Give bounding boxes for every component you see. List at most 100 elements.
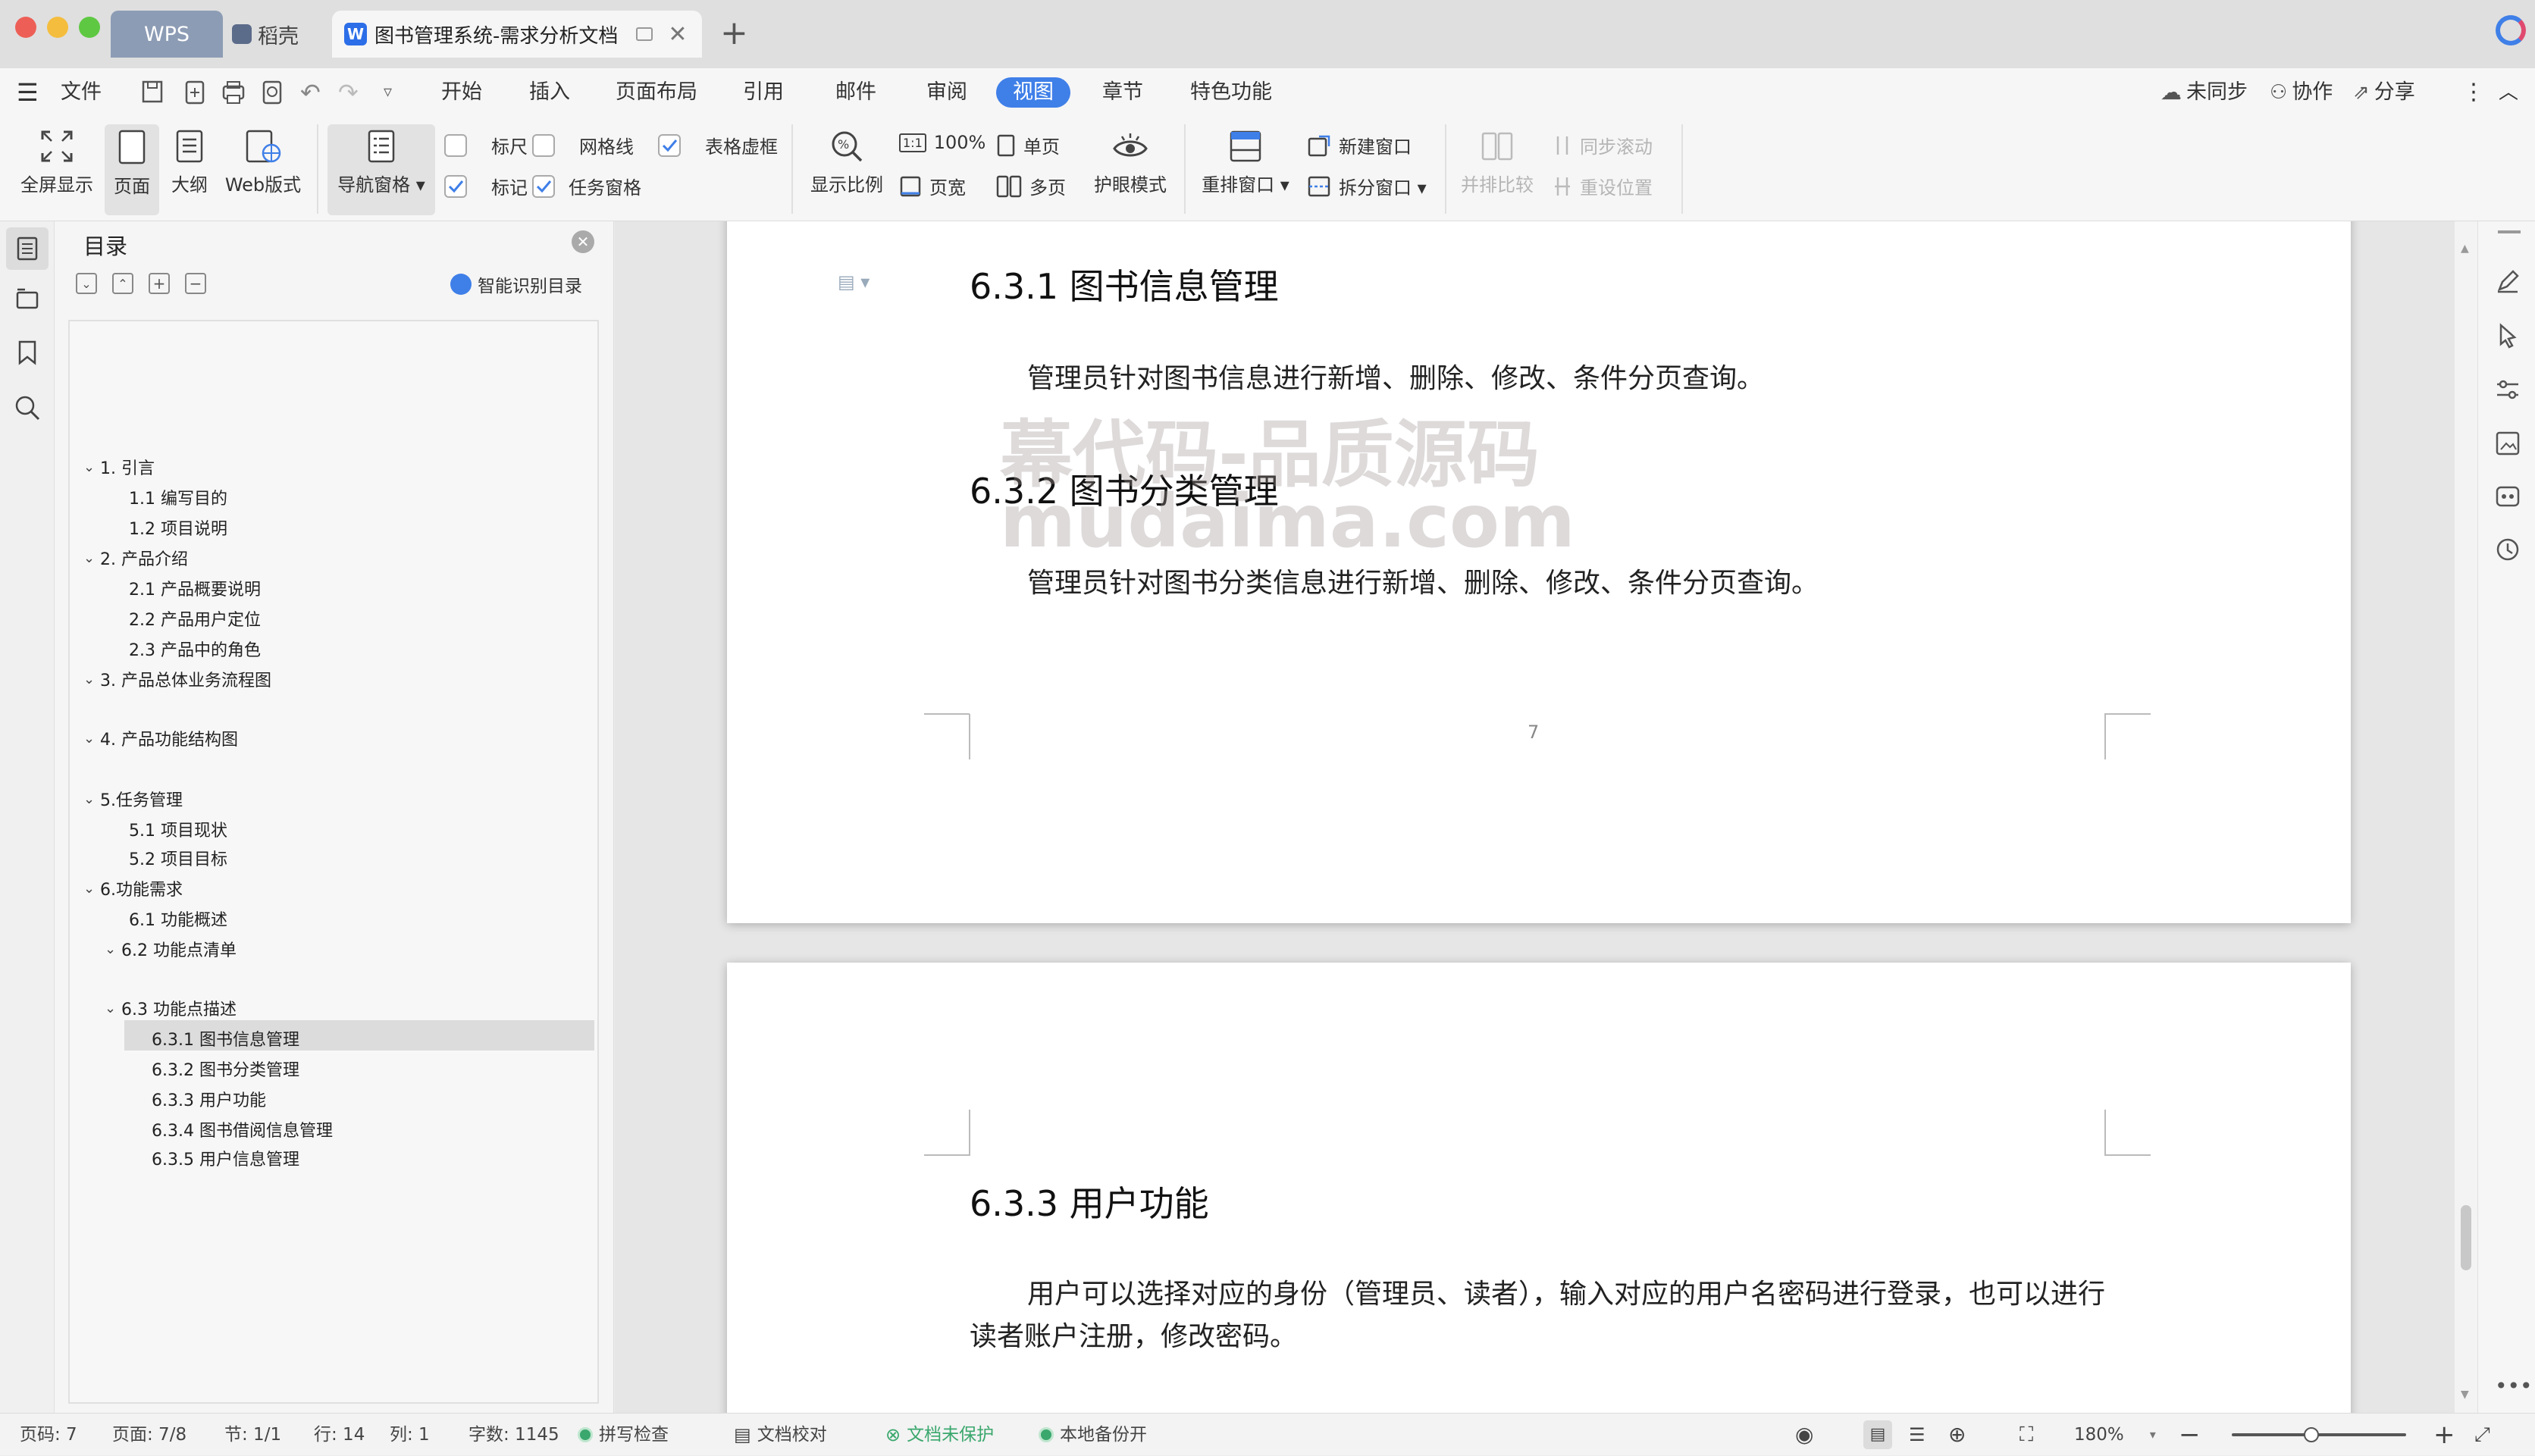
single-page-button[interactable]: 单页	[996, 132, 1060, 158]
side-by-side-button[interactable]: 并排比较	[1456, 129, 1539, 196]
undo-icon[interactable]: ↶	[300, 68, 321, 117]
toc-add-icon[interactable]: +	[149, 273, 170, 294]
toc-item[interactable]: 2.3 产品中的角色	[129, 637, 261, 661]
print-icon[interactable]	[221, 68, 246, 117]
mark-check[interactable]	[444, 174, 467, 198]
more-options-icon[interactable]: ⋮	[2462, 68, 2485, 117]
outline-view-button[interactable]: 大纲	[167, 129, 212, 196]
eye-mode-button[interactable]: 护眼模式	[1089, 129, 1172, 196]
more-tools-icon[interactable]: •••	[2495, 1373, 2533, 1398]
select-cursor-icon[interactable]	[2496, 323, 2519, 349]
toc-item[interactable]: 6.1 功能概述	[129, 906, 227, 931]
history-icon[interactable]	[2495, 537, 2521, 562]
toc-item[interactable]: ⌄ 3. 产品总体业务流程图	[83, 667, 271, 691]
toc-panel-icon[interactable]	[6, 227, 49, 270]
doc-protect-button[interactable]: ⊗ 文档未保护	[885, 1414, 994, 1456]
eye-mode-status-icon[interactable]: ◉	[1795, 1414, 1813, 1456]
toc-item[interactable]: 6.3.2 图书分类管理	[152, 1057, 299, 1081]
image-tool-icon[interactable]	[2495, 431, 2521, 456]
nav-pane-button[interactable]: 导航窗格 ▾	[327, 124, 435, 215]
toc-item[interactable]: ⌄ 2. 产品介绍	[83, 546, 188, 570]
toc-item[interactable]: ⌄ 1. 引言	[83, 455, 155, 479]
rearrange-window-button[interactable]: 重排窗口 ▾	[1196, 129, 1295, 196]
web-view-button[interactable]: Web版式	[221, 129, 305, 196]
collab-button[interactable]: ⚇ 协作	[2270, 68, 2333, 117]
pin-icon[interactable]	[636, 27, 653, 41]
fullscreen-button[interactable]: 全屏显示	[15, 129, 99, 196]
toc-item[interactable]: ⌄ 5.任务管理	[83, 787, 183, 811]
toc-collapse-all-icon[interactable]: ⌃	[112, 273, 133, 294]
new-tab-button[interactable]: +	[720, 14, 748, 52]
collapse-ribbon-icon[interactable]: ︿	[2499, 68, 2518, 117]
menu-chapter[interactable]: 章节	[1102, 68, 1143, 117]
toc-item-active[interactable]: 6.3.1 图书信息管理	[152, 1026, 299, 1051]
menu-insert[interactable]: 插入	[529, 68, 570, 117]
page-width-button[interactable]: 页宽	[899, 173, 966, 199]
scroll-thumb[interactable]	[2461, 1205, 2471, 1270]
task-pane-checkbox[interactable]: 任务窗格	[532, 173, 641, 199]
collapse-panel-icon[interactable]	[2498, 230, 2521, 233]
fit-page-icon[interactable]: ⛶	[2020, 1414, 2033, 1456]
print-preview-icon[interactable]	[261, 68, 284, 117]
new-window-button[interactable]: 新建窗口	[1307, 132, 1412, 158]
fullscreen-status-icon[interactable]: ⤢	[2474, 1414, 2490, 1456]
toc-item[interactable]: 1.1 编写目的	[129, 485, 227, 509]
scroll-down-icon[interactable]: ▼	[2461, 1389, 2469, 1401]
quick-access-dropdown-icon[interactable]: ▿	[384, 68, 392, 117]
page-8[interactable]: 6.3.3 用户功能 用户可以选择对应的身份（管理员、读者），输入对应的用户名密…	[727, 963, 2351, 1413]
ruler-checkbox[interactable]: 标尺	[444, 132, 528, 158]
window-close-button[interactable]	[15, 17, 36, 38]
status-words[interactable]: 字数: 1145	[468, 1414, 559, 1456]
toc-item[interactable]: 5.1 项目现状	[129, 817, 227, 841]
backup-button[interactable]: 本地备份开	[1039, 1414, 1147, 1456]
menu-view[interactable]: 视图	[996, 77, 1070, 108]
menu-mail[interactable]: 邮件	[835, 68, 876, 117]
zoom-out-button[interactable]: −	[2179, 1414, 2201, 1456]
ai-tool-icon[interactable]	[2495, 484, 2521, 509]
tab-document[interactable]: W 图书管理系统-需求分析文档 ✕	[332, 11, 702, 58]
redo-icon[interactable]: ↷	[338, 68, 359, 117]
window-zoom-button[interactable]	[79, 17, 100, 38]
account-avatar[interactable]	[2496, 15, 2526, 45]
tab-wps[interactable]: WPS	[111, 11, 223, 58]
doc-proof-button[interactable]: ▤ 文档校对	[734, 1414, 827, 1456]
close-tab-icon[interactable]: ✕	[668, 21, 687, 48]
zoom-value[interactable]: 180% ▾	[2074, 1414, 2156, 1456]
sync-button[interactable]: ☁ 未同步	[2161, 68, 2248, 117]
document-canvas[interactable]: ▤ ▾ 6.3.1 图书信息管理 管理员针对图书信息进行新增、删除、修改、条件分…	[615, 221, 2464, 1413]
split-window-button[interactable]: 拆分窗口 ▾	[1307, 173, 1427, 199]
menu-page-layout[interactable]: 页面布局	[616, 68, 697, 117]
outline-view-status-icon[interactable]: ☰	[1909, 1414, 1926, 1456]
multi-page-button[interactable]: 多页	[996, 173, 1066, 199]
menu-reference[interactable]: 引用	[743, 68, 784, 117]
search-icon[interactable]	[14, 394, 41, 421]
toc-item[interactable]: 6.3.5 用户信息管理	[152, 1146, 299, 1170]
gridlines-checkbox[interactable]: 网格线	[532, 132, 634, 158]
web-view-status-icon[interactable]: ⊕	[1948, 1414, 1966, 1456]
page-view-button[interactable]: 页面	[105, 124, 159, 215]
tab-daoke[interactable]: 稻壳	[232, 11, 323, 58]
pen-icon[interactable]	[2495, 268, 2521, 294]
toc-item[interactable]: 6.3.4 图书借阅信息管理	[152, 1117, 333, 1141]
bookmark-icon[interactable]	[17, 340, 38, 365]
zoom-button[interactable]: % 显示比例	[805, 129, 888, 196]
toc-item[interactable]: ⌄ 6.2 功能点清单	[105, 937, 237, 961]
adjust-sliders-icon[interactable]	[2495, 377, 2521, 402]
toc-item[interactable]: 5.2 项目目标	[129, 846, 227, 870]
vertical-scrollbar[interactable]: ▲ ▼	[2455, 221, 2477, 1413]
status-pages[interactable]: 页面: 7/8	[112, 1414, 186, 1456]
page-7[interactable]: ▤ ▾ 6.3.1 图书信息管理 管理员针对图书信息进行新增、删除、修改、条件分…	[727, 221, 2351, 923]
table-frame-checkbox[interactable]: 表格虚框	[658, 132, 778, 158]
zoom-slider[interactable]	[2232, 1414, 2406, 1456]
toc-item[interactable]: 1.2 项目说明	[129, 515, 227, 540]
smart-toc-button[interactable]: 智能识别目录	[450, 271, 582, 297]
page-view-status-icon[interactable]: ▤	[1863, 1414, 1892, 1456]
export-pdf-icon[interactable]	[183, 68, 206, 117]
save-icon[interactable]	[141, 68, 164, 117]
zoom-in-button[interactable]: +	[2433, 1414, 2455, 1456]
hamburger-menu-icon[interactable]: ☰	[17, 68, 39, 117]
paragraph-style-icon[interactable]: ▤ ▾	[838, 271, 870, 293]
toc-close-icon[interactable]: ✕	[572, 230, 594, 253]
reset-position-button[interactable]: 重设位置	[1553, 173, 1653, 199]
toc-expand-all-icon[interactable]: ⌄	[76, 273, 97, 294]
